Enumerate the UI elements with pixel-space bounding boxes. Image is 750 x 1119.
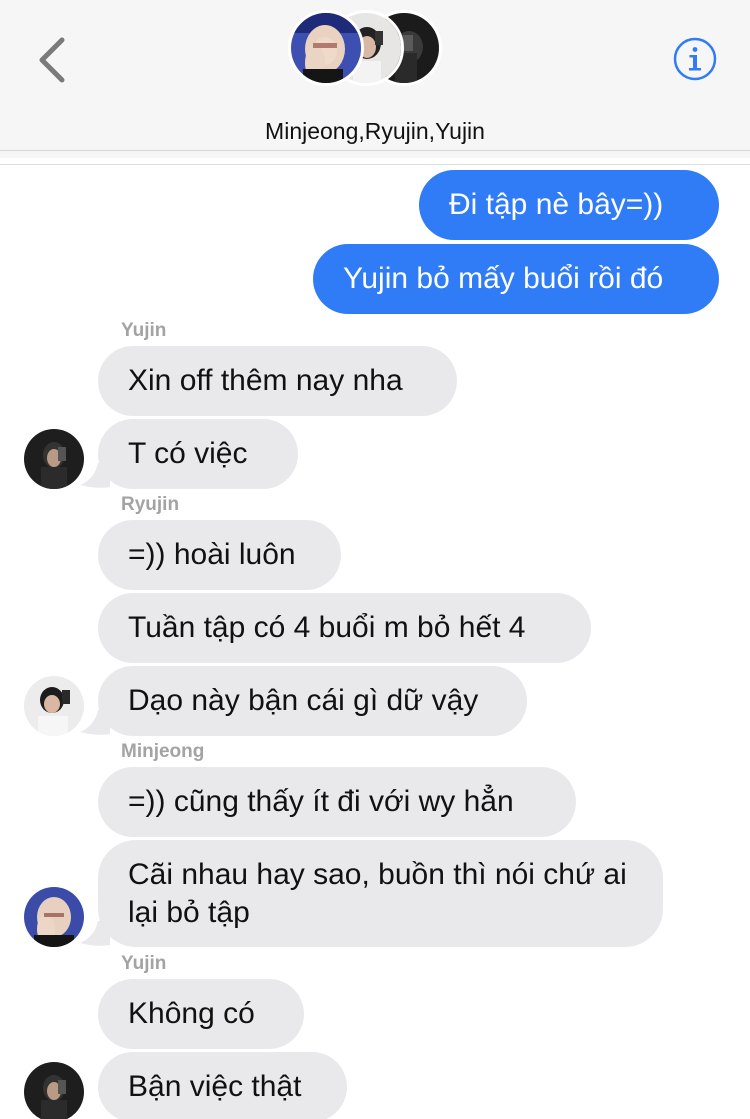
- avatar-ryujin[interactable]: [24, 676, 84, 736]
- avatar-minjeong: [288, 10, 364, 86]
- avatar-yujin[interactable]: [24, 429, 84, 489]
- bubble-tail: [80, 710, 110, 735]
- group-avatars[interactable]: [288, 6, 452, 90]
- back-button[interactable]: [28, 32, 78, 88]
- chevron-left-icon: [39, 37, 65, 83]
- incoming-message[interactable]: T có việc: [98, 419, 298, 489]
- incoming-message[interactable]: Dạo này bận cái gì dữ vậy: [98, 666, 527, 736]
- chat-screen: Minjeong,Ryujin,Yujin Đi tập nè bây=)) Y…: [0, 0, 750, 1119]
- avatar-minjeong[interactable]: [24, 887, 84, 947]
- outgoing-message[interactable]: Yujin bỏ mấy buổi rồi đó: [313, 244, 719, 314]
- incoming-message[interactable]: Tuần tập có 4 buổi m bỏ hết 4: [98, 593, 591, 663]
- group-title[interactable]: Minjeong,Ryujin,Yujin: [0, 118, 750, 145]
- incoming-message[interactable]: Không có: [98, 979, 304, 1049]
- outgoing-message[interactable]: Đi tập nè bây=)): [419, 170, 719, 240]
- sender-name: Yujin: [121, 320, 167, 341]
- sender-name: Minjeong: [121, 741, 205, 762]
- bubble-tail: [80, 463, 110, 488]
- sender-name: Yujin: [121, 953, 167, 974]
- info-button[interactable]: [672, 36, 718, 82]
- avatar-yujin[interactable]: [24, 1062, 84, 1119]
- incoming-message[interactable]: =)) cũng thấy ít đi với wy hẳn: [98, 767, 576, 837]
- chat-header: Minjeong,Ryujin,Yujin: [0, 0, 750, 158]
- incoming-message[interactable]: =)) hoài luôn: [98, 520, 341, 590]
- incoming-message[interactable]: Bận việc thật: [98, 1052, 347, 1119]
- header-divider: [0, 150, 750, 151]
- info-circle-icon: [673, 37, 717, 81]
- incoming-message[interactable]: Xin off thêm nay nha: [98, 346, 457, 416]
- header-divider-2: [0, 164, 750, 165]
- bubble-tail: [80, 921, 110, 946]
- incoming-message[interactable]: Cãi nhau hay sao, buồn thì nói chứ ai lạ…: [98, 840, 663, 947]
- sender-name: Ryujin: [121, 494, 180, 515]
